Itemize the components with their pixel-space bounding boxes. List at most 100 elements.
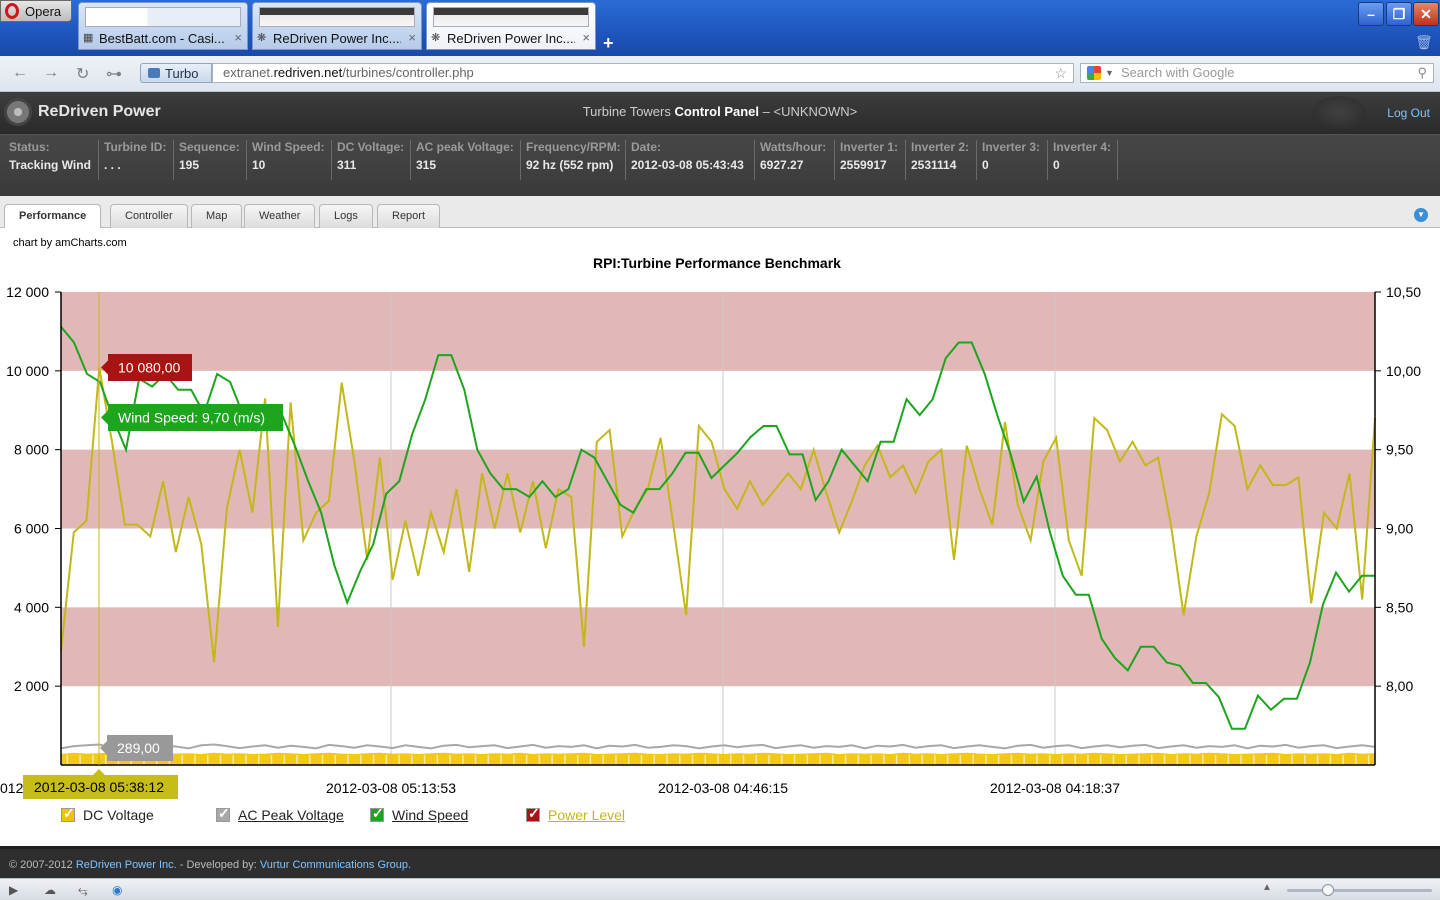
chart-band <box>61 292 1375 371</box>
chart-title: RPI:Turbine Performance Benchmark <box>593 255 841 271</box>
tab-report[interactable]: Report <box>377 204 441 228</box>
status-value: 311 <box>337 158 357 172</box>
y-tick-label: 4 000 <box>14 599 49 615</box>
tab-performance[interactable]: Performance <box>4 204 102 229</box>
tab-close-icon[interactable]: × <box>582 30 590 45</box>
legend-checkbox-icon[interactable] <box>526 805 540 822</box>
y-tick-label: 6 000 <box>14 521 49 537</box>
search-placeholder: Search with Google <box>1121 65 1235 80</box>
turbo-button[interactable]: Turbo <box>140 63 212 83</box>
chevron-down-icon[interactable]: ▼ <box>1105 64 1114 82</box>
tab-label: ReDriven Power Inc.... <box>447 31 575 46</box>
status-value: 315 <box>416 158 437 172</box>
legend-item[interactable]: Power Level <box>526 805 626 823</box>
legend-item[interactable]: DC Voltage <box>61 805 154 823</box>
status-value: 195 <box>179 158 200 172</box>
y2-tick-label: 10,50 <box>1386 284 1421 300</box>
tab-close-icon[interactable]: × <box>234 30 242 45</box>
search-field[interactable]: ▼ Search with Google ⚲ <box>1080 63 1434 83</box>
status-label: Inverter 3: <box>982 140 1041 154</box>
new-tab-button[interactable]: + <box>603 33 614 54</box>
tab-thumbnail <box>433 7 589 27</box>
trash-icon[interactable]: 🗑 <box>1415 34 1433 51</box>
legend-checkbox-icon[interactable] <box>370 805 384 822</box>
performance-chart[interactable]: RPI:Turbine Performance Benchmark 12 000 1… <box>0 228 1440 806</box>
logout-link[interactable]: Log Out <box>1387 106 1430 120</box>
chart-band <box>61 607 1375 687</box>
wind-balloon-label: Wind Speed: 9,70 (m/s) <box>118 410 265 426</box>
header-emblem-icon <box>1312 96 1366 130</box>
url-field[interactable]: extranet.redriven.net/turbines/controlle… <box>212 63 1074 83</box>
tab-label: ReDriven Power Inc.... <box>273 31 401 46</box>
legend-item[interactable]: Wind Speed <box>370 805 469 823</box>
zoom-slider[interactable] <box>1287 884 1432 896</box>
url-prefix: extranet. <box>223 65 274 80</box>
y-tick-label: 10 000 <box>6 363 49 379</box>
legend-checkbox-icon[interactable] <box>61 805 75 822</box>
status-label: DC Voltage: <box>337 140 405 154</box>
status-cell: Inverter 2: 2531114 <box>906 140 977 180</box>
x-tick-label: 2012-03-08 04:18:37 <box>990 780 1120 796</box>
status-value: 0 <box>982 158 989 172</box>
reload-icon[interactable]: ↻ <box>76 64 89 84</box>
y-tick-label: 12 000 <box>6 284 49 300</box>
bookmark-star-icon[interactable]: ☆ <box>1054 64 1067 82</box>
search-icon[interactable]: ⚲ <box>1417 64 1427 82</box>
chart-credit[interactable]: chart by amCharts.com <box>13 237 127 249</box>
title-suffix: – <UNKNOWN> <box>762 104 858 119</box>
legend-label: Power Level <box>548 807 626 823</box>
status-value: Tracking Wind <box>9 158 91 172</box>
status-label: Sequence: <box>179 140 240 154</box>
tab-map[interactable]: Map <box>191 204 243 228</box>
forward-icon[interactable]: → <box>43 64 59 82</box>
legend-checkbox-icon[interactable] <box>216 805 230 822</box>
cursor-date-label: 2012-03-08 05:38:12 <box>34 779 164 795</box>
tab-close-icon[interactable]: × <box>408 30 416 45</box>
minimize-button[interactable]: – <box>1358 2 1384 26</box>
back-icon[interactable]: ← <box>12 64 28 82</box>
status-bar: Status: Tracking Wind Turbine ID: . . . Sequ… <box>0 134 1440 196</box>
tab-weather[interactable]: Weather <box>244 204 316 228</box>
tab-logs[interactable]: Logs <box>319 204 373 228</box>
collapse-toggle-icon[interactable]: ▼ <box>1414 208 1428 222</box>
browser-tab-redriven-2[interactable]: ❋ ReDriven Power Inc.... × <box>426 2 596 50</box>
opera-menu-button[interactable]: Opera <box>0 0 72 22</box>
voltage-balloon-label: 289,00 <box>117 740 160 756</box>
close-window-button[interactable]: ✕ <box>1413 2 1439 26</box>
tab-thumbnail <box>85 7 241 27</box>
status-value: 92 hz (552 rpm) <box>526 158 614 172</box>
x-tick-label: 2012-03-08 05:13:53 <box>326 780 456 796</box>
tab-controller[interactable]: Controller <box>110 204 188 228</box>
title-prefix: Turbine Towers <box>582 104 671 119</box>
status-label: Watts/hour: <box>760 140 827 154</box>
speed-dial-icon[interactable]: ◉ <box>112 883 122 897</box>
browser-tab-bestbatt[interactable]: ▦ BestBatt.com - Casi... × <box>78 2 248 50</box>
chart-area: RPI:Turbine Performance Benchmark 12 000 1… <box>0 228 1440 846</box>
x-tick-label: 2012-03-08 04:46:15 <box>658 780 788 796</box>
browser-tab-redriven-1[interactable]: ❋ ReDriven Power Inc.... × <box>252 2 422 50</box>
footer-company-link[interactable]: ReDriven Power Inc. <box>76 859 177 871</box>
footer-developer-link[interactable]: Vurtur Communications Group. <box>260 859 411 871</box>
panel-toggle-icon[interactable]: ▶ <box>9 883 18 897</box>
key-icon[interactable]: ⊶ <box>106 64 122 84</box>
status-value: 2012-03-08 05:43:43 <box>631 158 744 172</box>
legend-item[interactable]: AC Peak Voltage <box>216 805 344 823</box>
chevron-up-icon[interactable]: ▲ <box>1262 882 1272 893</box>
share-icon[interactable]: ⥃ <box>78 883 88 898</box>
legend-label: Wind Speed <box>392 807 469 823</box>
tab-thumbnail <box>259 7 415 27</box>
zoom-slider-knob[interactable] <box>1322 884 1334 896</box>
status-cell: Inverter 4: 0 <box>1048 140 1118 180</box>
footer-dev-text: - Developed by: <box>176 859 260 871</box>
status-value: 10 <box>252 158 266 172</box>
cloud-icon[interactable]: ☁ <box>44 883 56 897</box>
tab-favicon-icon: ▦ <box>83 32 94 44</box>
status-value: 0 <box>1053 158 1060 172</box>
status-label: Wind Speed: <box>252 140 325 154</box>
status-label: Inverter 4: <box>1053 140 1112 154</box>
status-cell: Frequency/RPM: 92 hz (552 rpm) <box>521 140 626 180</box>
power-balloon-label: 10 080,00 <box>118 360 180 376</box>
maximize-button[interactable]: ❐ <box>1386 2 1412 26</box>
y2-tick-label: 10,00 <box>1386 363 1421 379</box>
status-cell: AC peak Voltage: 315 <box>411 140 521 180</box>
